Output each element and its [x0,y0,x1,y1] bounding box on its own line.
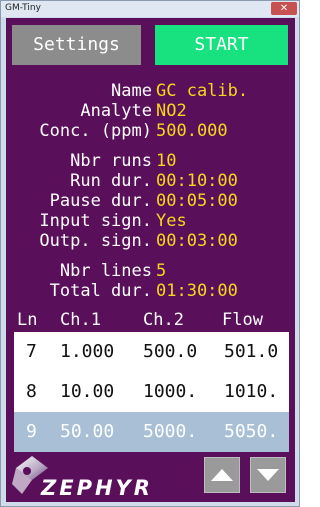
table-row[interactable]: 7 1.000 500.0 501.0 [14,332,289,372]
arrow-up-icon [211,469,233,481]
field-value[interactable]: 10 [156,151,176,171]
table-row-selected[interactable]: 9 50.00 5000. 5050. [14,412,289,452]
field-value[interactable]: Yes [156,211,187,231]
cell-flow: 1010. [224,381,279,402]
field-row-nbr-runs: Nbr runs 10 [6,151,295,171]
field-label: Outp. sign. [39,231,152,251]
field-label: Nbr lines [59,261,152,281]
settings-button[interactable]: Settings [12,25,141,65]
window-title: GM-Tiny [5,3,41,13]
table-header: Ln Ch.1 Ch.2 Flow [6,310,295,332]
field-value[interactable]: NO2 [156,101,187,121]
cell-ch1: 10.00 [60,381,115,402]
field-row-analyte: Analyte NO2 [6,101,295,121]
cell-ch2: 500.0 [143,341,198,362]
cell-ch1: 1.000 [60,341,115,362]
field-value[interactable]: 5 [156,261,166,281]
field-row-total-dur: Total dur. 01:30:00 [6,281,295,301]
table-row[interactable]: 8 10.00 1000. 1010. [14,372,289,412]
cell-ch2: 5000. [143,421,198,442]
scroll-up-button[interactable] [204,457,240,493]
cell-flow: 501.0 [224,341,279,362]
field-label: Conc. (ppm) [39,121,152,141]
cell-ch2: 1000. [143,381,198,402]
main-panel: Settings START Name GC calib. Analyte NO… [6,18,295,502]
column-header-ch1: Ch.1 [60,310,101,330]
field-row-name: Name GC calib. [6,81,295,101]
field-value[interactable]: 00:10:00 [156,171,238,191]
field-label: Nbr runs [70,151,152,171]
field-label: Run dur. [70,171,152,191]
cell-flow: 5050. [224,421,279,442]
close-icon: ✕ [279,3,289,14]
field-value[interactable]: 500.000 [156,121,228,141]
cell-ch1: 50.00 [60,421,115,442]
cell-ln: 8 [26,381,37,402]
field-row-conc: Conc. (ppm) 500.000 [6,121,295,141]
arrow-down-icon [257,469,279,481]
close-button[interactable]: ✕ [271,2,297,15]
column-header-ch2: Ch.2 [143,310,184,330]
field-label: Pause dur. [49,191,152,211]
zephyr-logo-text: ZEPHYR [41,476,153,500]
field-row-pause-dur: Pause dur. 00:05:00 [6,191,295,211]
field-value[interactable]: 00:03:00 [156,231,238,251]
field-row-outp-sign: Outp. sign. 00:03:00 [6,231,295,251]
field-value[interactable]: GC calib. [156,81,248,101]
cell-ln: 7 [26,341,37,362]
cell-ln: 9 [26,421,37,442]
column-header-flow: Flow [222,310,263,330]
field-row-run-dur: Run dur. 00:10:00 [6,171,295,191]
field-value[interactable]: 00:05:00 [156,191,238,211]
field-label: Name [111,81,152,101]
field-row-nbr-lines: Nbr lines 5 [6,261,295,281]
scroll-down-button[interactable] [250,457,286,493]
column-header-ln: Ln [17,310,38,330]
field-row-input-sign: Input sign. Yes [6,211,295,231]
lines-table: 7 1.000 500.0 501.0 8 10.00 1000. 1010. … [14,332,289,452]
field-label: Total dur. [49,281,152,301]
app-window: GM-Tiny ✕ Settings START Name GC calib. … [0,0,300,507]
start-button[interactable]: START [155,25,288,65]
field-label: Input sign. [39,211,152,231]
field-label: Analyte [80,101,152,121]
title-bar: GM-Tiny ✕ [1,1,299,17]
field-value: 01:30:00 [156,281,238,301]
